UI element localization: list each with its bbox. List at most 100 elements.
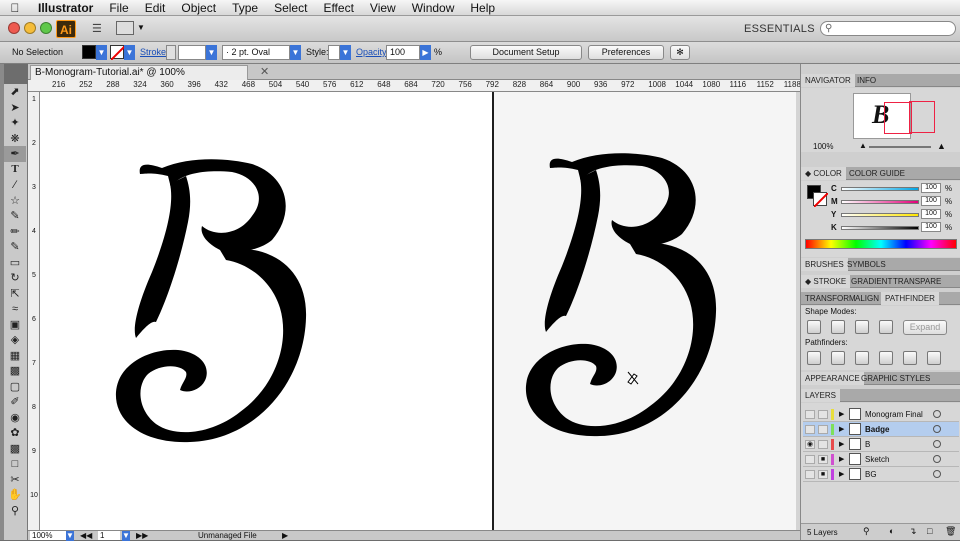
pen-tool-icon[interactable]: ✒ — [4, 146, 26, 162]
minus-back-icon[interactable] — [927, 351, 941, 365]
line-tool-icon[interactable]: ∕ — [4, 177, 26, 193]
eyedropper-tool-icon[interactable]: ✐ — [4, 394, 26, 410]
brush-definition[interactable]: · 2 pt. Oval — [222, 45, 290, 60]
menu-file[interactable]: File — [101, 0, 136, 16]
menu-effect[interactable]: Effect — [315, 0, 361, 16]
expand-layer-icon[interactable]: ▶ — [839, 455, 844, 463]
document-setup-button[interactable]: Document Setup — [470, 45, 582, 60]
artboard-right[interactable] — [494, 92, 796, 530]
navigator-viewport-box[interactable] — [884, 102, 912, 134]
menu-select[interactable]: Select — [266, 0, 315, 16]
opacity-input[interactable]: 100 — [386, 45, 420, 60]
stroke-color-swatch[interactable] — [813, 192, 829, 208]
layer-row[interactable]: ■ ▶ Sketch — [803, 452, 959, 467]
graph-tool-icon[interactable]: ▩ — [4, 441, 26, 457]
free-transform-tool-icon[interactable]: ▣ — [4, 317, 26, 333]
layer-row[interactable]: ▶ Badge — [803, 422, 959, 437]
preferences-button[interactable]: Preferences — [588, 45, 664, 60]
artboard-number-field[interactable]: 1 — [98, 531, 120, 540]
stroke-swatch[interactable] — [110, 45, 126, 61]
new-sublayer-icon[interactable]: ↴ — [909, 526, 917, 537]
brush-dropdown[interactable]: ▼ — [290, 45, 301, 60]
visibility-toggle-icon[interactable] — [805, 425, 815, 434]
select-similar-icon[interactable]: ✻ — [670, 45, 690, 60]
menu-help[interactable]: Help — [462, 0, 503, 16]
fill-swatch[interactable] — [82, 45, 96, 59]
black-slider-row[interactable]: K 100% — [829, 222, 959, 234]
tab-color-guide[interactable]: COLOR GUIDE — [845, 167, 909, 180]
zoom-window-button[interactable] — [40, 22, 52, 34]
new-layer-icon[interactable]: □ — [927, 526, 932, 536]
magic-wand-tool-icon[interactable]: ✦ — [4, 115, 26, 131]
pencil-tool-icon[interactable]: ✏ — [4, 224, 26, 240]
tab-brushes[interactable]: BRUSHES — [801, 258, 848, 271]
lock-toggle-icon[interactable] — [818, 440, 828, 449]
crop-icon[interactable] — [879, 351, 893, 365]
app-menu[interactable]: Illustrator — [30, 0, 101, 16]
exclude-icon[interactable] — [879, 320, 893, 334]
visibility-toggle-icon[interactable] — [805, 410, 815, 419]
stroke-dropdown[interactable]: ▼ — [124, 45, 135, 60]
visibility-toggle-icon[interactable] — [805, 455, 815, 464]
layer-row[interactable]: ▶ Monogram Final — [803, 407, 959, 422]
expand-layer-icon[interactable]: ▶ — [839, 470, 844, 478]
arrange-documents-icon[interactable] — [116, 21, 134, 35]
expand-button[interactable]: Expand — [903, 320, 947, 335]
divide-icon[interactable] — [807, 351, 821, 365]
fill-dropdown[interactable]: ▼ — [96, 45, 107, 60]
yellow-slider-row[interactable]: Y 100% — [829, 209, 959, 221]
selection-tool-icon[interactable]: ⬈ — [4, 84, 26, 100]
menu-edit[interactable]: Edit — [137, 0, 174, 16]
gradient-tool-icon[interactable]: ▢ — [4, 379, 26, 395]
tab-info[interactable]: INFO — [853, 74, 880, 87]
slice-tool-icon[interactable]: ✂ — [4, 472, 26, 488]
zoom-in-icon[interactable]: ▲ — [937, 141, 946, 151]
eraser-tool-icon[interactable]: ▭ — [4, 255, 26, 271]
zoom-tool-icon[interactable]: ⚲ — [4, 503, 26, 519]
menu-view[interactable]: View — [362, 0, 404, 16]
tab-align[interactable]: ALIGN — [851, 292, 883, 305]
locate-object-icon[interactable]: ⚲ — [863, 526, 870, 537]
tab-color[interactable]: ◆ COLOR — [801, 167, 846, 180]
layer-name[interactable]: Badge — [865, 425, 889, 434]
close-window-button[interactable] — [8, 22, 20, 34]
navigator-thumbnail[interactable]: B — [853, 93, 912, 139]
expand-layer-icon[interactable]: ▶ — [839, 410, 844, 418]
zoom-out-icon[interactable]: ▲ — [859, 141, 867, 150]
type-tool-icon[interactable]: T — [4, 162, 26, 178]
blob-brush-tool-icon[interactable]: ✎ — [4, 239, 26, 255]
trim-icon[interactable] — [831, 351, 845, 365]
stroke-weight-input[interactable] — [178, 45, 206, 60]
lasso-tool-icon[interactable]: ❋ — [4, 131, 26, 147]
help-search-input[interactable]: ⚲ — [820, 21, 956, 36]
warp-tool-icon[interactable]: ≈ — [4, 301, 26, 317]
merge-icon[interactable] — [855, 351, 869, 365]
lock-toggle-icon[interactable]: ■ — [818, 470, 828, 479]
tab-stroke[interactable]: ◆ STROKE — [801, 275, 851, 288]
trash-icon[interactable]: 🗑 — [945, 526, 956, 537]
tab-symbols[interactable]: SYMBOLS — [843, 258, 890, 271]
layer-name[interactable]: Sketch — [865, 455, 889, 464]
mesh-tool-icon[interactable]: ▩ — [4, 363, 26, 379]
chevron-down-icon[interactable]: ▼ — [137, 23, 145, 32]
rotate-tool-icon[interactable]: ↻ — [4, 270, 26, 286]
menu-window[interactable]: Window — [404, 0, 463, 16]
layer-row[interactable]: ■ ▶ BG — [803, 467, 959, 482]
opacity-dropdown[interactable]: ▶ — [420, 45, 431, 60]
layer-name[interactable]: B — [865, 440, 870, 449]
expand-layer-icon[interactable]: ▶ — [839, 425, 844, 433]
workspace-switcher[interactable]: ESSENTIALS ▼ — [744, 23, 829, 35]
minimize-window-button[interactable] — [24, 22, 36, 34]
direct-selection-tool-icon[interactable]: ➤ — [4, 100, 26, 116]
star-tool-icon[interactable]: ☆ — [4, 193, 26, 209]
apple-icon[interactable]:  — [0, 1, 30, 15]
target-icon[interactable] — [933, 425, 941, 433]
visibility-toggle-icon[interactable]: ◉ — [805, 440, 815, 449]
hand-tool-icon[interactable]: ✋ — [4, 487, 26, 503]
shape-builder-tool-icon[interactable]: ◈ — [4, 332, 26, 348]
unite-icon[interactable] — [807, 320, 821, 334]
tab-navigator[interactable]: NAVIGATOR — [801, 74, 855, 87]
lock-toggle-icon[interactable] — [818, 410, 828, 419]
style-swatch[interactable] — [328, 45, 340, 60]
tab-pathfinder[interactable]: PATHFINDER — [881, 292, 939, 305]
